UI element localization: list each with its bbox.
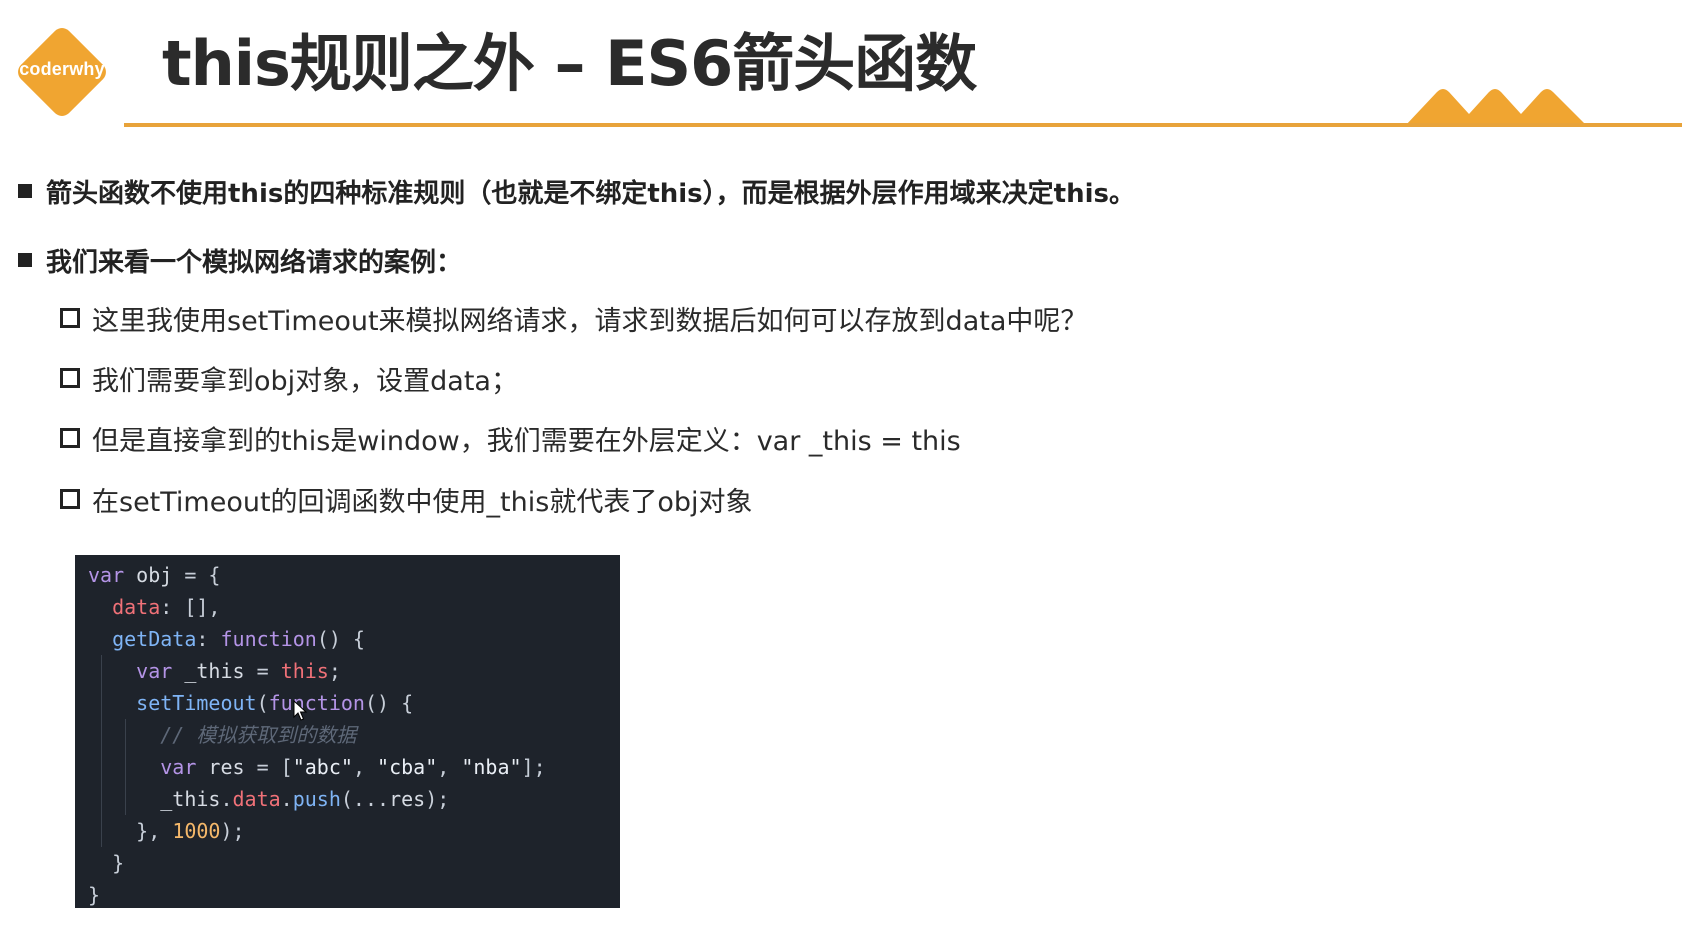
bullet-text: 我们来看一个模拟网络请求的案例： [46,248,463,278]
hollow-square-icon [60,428,80,448]
code-line: var _this = this; [75,655,620,687]
code-line: var res = ["abc", "cba", "nba"]; [75,751,620,783]
code-line: // 模拟获取到的数据 [75,719,620,751]
sub-item-text: 但是直接拿到的this是window，我们需要在外层定义：var _this =… [92,426,961,457]
code-line: var obj = { [88,563,221,587]
sub-item-text: 我们需要拿到obj对象，设置data； [92,366,518,397]
bullet-text: 箭头函数不使用this的四种标准规则（也就是不绑定this），而是根据外层作用域… [46,179,1135,209]
code-line: setTimeout(function() { [75,687,620,719]
bullet-arrow-function-rule: 箭头函数不使用this的四种标准规则（也就是不绑定this），而是根据外层作用域… [18,176,1135,212]
code-line: }, 1000); [75,815,620,847]
sub-item-get-obj: 我们需要拿到obj对象，设置data； [60,364,518,400]
slide-title: this规则之外 – ES6箭头函数 [162,27,977,100]
sub-item-text: 这里我使用setTimeout来模拟网络请求，请求到数据后如何可以存放到data… [92,306,1088,337]
hollow-square-icon [60,368,80,388]
sub-item-use-this: 在setTimeout的回调函数中使用_this就代表了obj对象 [60,485,752,521]
sub-item-text: 在setTimeout的回调函数中使用_this就代表了obj对象 [92,487,753,518]
hollow-square-icon [60,308,80,328]
code-block: var obj = { data: [], getData: function(… [75,555,620,908]
bullet-example-intro: 我们来看一个模拟网络请求的案例： [18,245,462,281]
mountains-decoration [1405,89,1587,126]
hollow-square-icon [60,489,80,509]
code-line: } [112,851,125,875]
mouse-cursor-icon [293,700,308,721]
code-line: data: [], [112,595,221,619]
code-line: getData: function() { [112,627,365,651]
title-divider [124,123,1682,127]
bullet-square-icon [18,253,32,267]
code-line: _this.data.push(...res); [75,783,620,815]
code-line: } [88,883,101,907]
coderwhy-logo: coderwhy [13,23,111,121]
logo-text: coderwhy [19,59,105,79]
sub-item-settimeout: 这里我使用setTimeout来模拟网络请求，请求到数据后如何可以存放到data… [60,304,1087,340]
sub-item-this-window: 但是直接拿到的this是window，我们需要在外层定义：var _this =… [60,424,961,460]
bullet-square-icon [18,184,32,198]
